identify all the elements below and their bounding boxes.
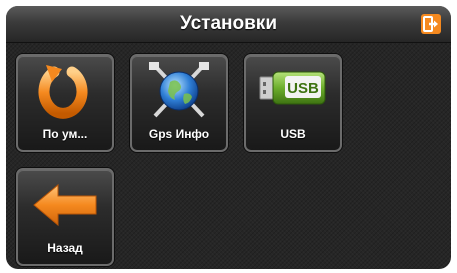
back-arrow-icon [18,174,112,236]
usb-icon-text: USB [287,80,319,97]
usb-flash-drive-icon: USB [246,60,340,122]
exit-icon[interactable] [420,13,442,35]
default-settings-button[interactable]: По ум... [16,54,114,152]
header-bar: Установки [6,6,451,43]
tile-label: Назад [47,241,83,255]
settings-screen: Установки По ум... Gps Инфо USB USB Наза… [6,6,451,269]
tile-label: USB [280,127,306,141]
reset-default-icon [18,60,112,122]
back-button[interactable]: Назад [16,168,114,266]
page-title: Установки [179,13,277,34]
tile-label: Gps Инфо [148,127,210,141]
usb-button[interactable]: USB USB [244,54,342,152]
tile-label: По ум... [42,127,88,141]
gps-info-button[interactable]: Gps Инфо [130,54,228,152]
gps-satellite-globe-icon [132,60,226,122]
